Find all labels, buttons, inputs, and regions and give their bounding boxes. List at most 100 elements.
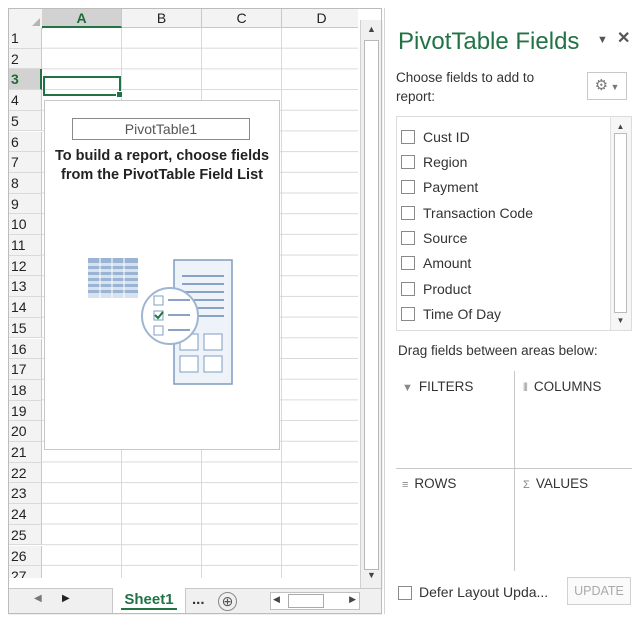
row-header[interactable]: 5 xyxy=(8,110,42,132)
sheet-tab-sheet1[interactable]: Sheet1 xyxy=(112,588,186,614)
row-header[interactable]: 13 xyxy=(8,276,42,298)
columns-label: COLUMNS xyxy=(533,379,602,394)
update-button[interactable]: UPDATE xyxy=(567,577,631,605)
row-header[interactable]: 17 xyxy=(8,359,42,380)
row-header[interactable]: 27 xyxy=(8,566,42,578)
row-header[interactable]: 1 xyxy=(8,28,42,49)
active-cell-a3[interactable] xyxy=(43,76,123,98)
field-list-scrollbar[interactable]: ▲ ▼ xyxy=(610,117,631,330)
column-header-c[interactable]: C xyxy=(202,8,282,28)
row-header[interactable]: 20 xyxy=(8,421,42,442)
field-item[interactable]: Source xyxy=(401,227,467,249)
field-checkbox[interactable] xyxy=(401,206,415,220)
field-checkbox[interactable] xyxy=(401,256,415,270)
add-sheet-icon[interactable]: ⊕ xyxy=(218,592,237,611)
field-checkbox[interactable] xyxy=(401,130,415,144)
field-checkbox[interactable] xyxy=(401,282,415,296)
select-all-corner[interactable] xyxy=(8,8,43,29)
hscroll-right-arrow-icon[interactable]: ▶ xyxy=(349,594,356,605)
tab-scroll-right-icon[interactable]: ▶ xyxy=(62,593,70,604)
field-item[interactable]: Region xyxy=(401,151,467,173)
defer-layout-checkbox[interactable] xyxy=(398,586,412,600)
field-label: Amount xyxy=(423,255,472,271)
row-header[interactable]: 14 xyxy=(8,297,42,318)
column-header-b[interactable]: B xyxy=(122,8,202,28)
sheet-tab-bar: ◀ ▶ Sheet1 ... ⊕ ◀ ▶ xyxy=(8,588,382,615)
pane-options-dropdown-icon[interactable]: ▼ xyxy=(597,34,608,46)
row-header[interactable]: 11 xyxy=(8,235,42,256)
field-item[interactable]: Payment xyxy=(401,176,478,198)
row-header[interactable]: 10 xyxy=(8,214,42,235)
field-checkbox[interactable] xyxy=(401,307,415,321)
choose-fields-label: Choose fields to add to report: xyxy=(396,70,535,104)
values-area[interactable]: Σ VALUES xyxy=(523,476,588,491)
tab-scroll-left-icon[interactable]: ◀ xyxy=(34,593,42,604)
field-list: Cust ID Region Payment Transaction Code … xyxy=(396,116,632,331)
row-header[interactable]: 22 xyxy=(8,462,42,484)
areas-divider-horizontal xyxy=(396,468,632,469)
field-item[interactable]: Product xyxy=(401,278,471,300)
row-header[interactable]: 4 xyxy=(8,90,42,111)
sheet-horizontal-scrollbar[interactable]: ◀ ▶ xyxy=(270,592,360,610)
field-item[interactable]: Amount xyxy=(401,252,471,274)
field-scroll-down-icon[interactable]: ▼ xyxy=(613,313,628,328)
field-item[interactable]: Time Of Day xyxy=(401,303,501,325)
row-header[interactable]: 6 xyxy=(8,131,42,153)
field-checkbox[interactable] xyxy=(401,180,415,194)
gear-icon: ⚙ xyxy=(594,77,609,94)
pivottable-fields-pane: PivotTable Fields ▼ ✕ Choose fields to a… xyxy=(384,8,636,614)
scroll-down-arrow-icon[interactable]: ▼ xyxy=(364,568,379,583)
field-label: Transaction Code xyxy=(423,205,533,221)
row-header[interactable]: 3 xyxy=(8,69,42,91)
row-header[interactable]: 26 xyxy=(8,545,42,567)
field-label: Region xyxy=(423,154,468,170)
scroll-up-arrow-icon[interactable]: ▲ xyxy=(364,22,379,37)
row-header[interactable]: 7 xyxy=(8,152,42,173)
row-header[interactable]: 24 xyxy=(8,504,42,525)
row-header[interactable]: 16 xyxy=(8,338,42,360)
filters-area[interactable]: ▼ FILTERS xyxy=(402,379,473,394)
field-scroll-up-icon[interactable]: ▲ xyxy=(613,119,628,134)
sheet-vertical-scrollbar[interactable]: ▲ ▼ xyxy=(360,20,383,590)
field-item[interactable]: Cust ID xyxy=(401,126,470,148)
pivot-instructions: To build a report, choose fields from th… xyxy=(44,147,280,185)
row-header[interactable]: 9 xyxy=(8,193,42,215)
row-header[interactable]: 8 xyxy=(8,172,42,194)
row-header[interactable]: 15 xyxy=(8,317,42,339)
field-list-scroll-thumb[interactable] xyxy=(614,133,627,313)
row-header[interactable]: 2 xyxy=(8,48,42,70)
hscroll-left-arrow-icon[interactable]: ◀ xyxy=(273,594,280,605)
field-label: Product xyxy=(423,281,472,297)
row-header[interactable]: 19 xyxy=(8,400,42,422)
field-label: Cust ID xyxy=(423,129,470,145)
field-item[interactable]: Transaction Code xyxy=(401,202,533,224)
field-label: Time Of Day xyxy=(423,306,502,322)
row-header[interactable]: 12 xyxy=(8,255,42,277)
worksheet[interactable]: A B C D 1 2 3 4 5 6 7 8 9 10 11 12 13 14 15 16 17 18 19 20 2… xyxy=(8,8,358,578)
values-label: VALUES xyxy=(535,476,589,491)
drag-fields-label: Drag fields between areas below: xyxy=(398,343,598,358)
filter-icon: ▼ xyxy=(402,382,413,394)
rows-area[interactable]: ≡ ROWS xyxy=(402,476,456,491)
sheet-vertical-scroll-thumb[interactable] xyxy=(364,40,379,570)
pivot-instructions-line2: from the PivotTable Field List xyxy=(61,167,263,183)
field-checkbox[interactable] xyxy=(401,155,415,169)
close-icon[interactable]: ✕ xyxy=(617,28,630,48)
field-checkbox[interactable] xyxy=(401,231,415,245)
columns-area[interactable]: ⦀ COLUMNS xyxy=(523,379,601,395)
pivot-instructions-line1: To build a report, choose fields xyxy=(54,148,270,164)
areas-divider-vertical xyxy=(514,371,515,571)
row-header[interactable]: 25 xyxy=(8,524,42,546)
sigma-icon: Σ xyxy=(523,479,530,491)
field-label: Payment xyxy=(423,179,479,195)
row-header[interactable]: 18 xyxy=(8,379,42,401)
more-sheets-button[interactable]: ... xyxy=(192,591,205,608)
horizontal-scroll-thumb[interactable] xyxy=(288,594,324,608)
field-label: Source xyxy=(423,230,468,246)
column-header-a[interactable]: A xyxy=(42,8,122,28)
row-header[interactable]: 23 xyxy=(8,483,42,505)
column-header-d[interactable]: D xyxy=(282,8,358,28)
row-header[interactable]: 21 xyxy=(8,442,42,463)
tools-gear-button[interactable]: ⚙ ▼ xyxy=(587,72,627,100)
rows-icon: ≡ xyxy=(402,479,409,491)
